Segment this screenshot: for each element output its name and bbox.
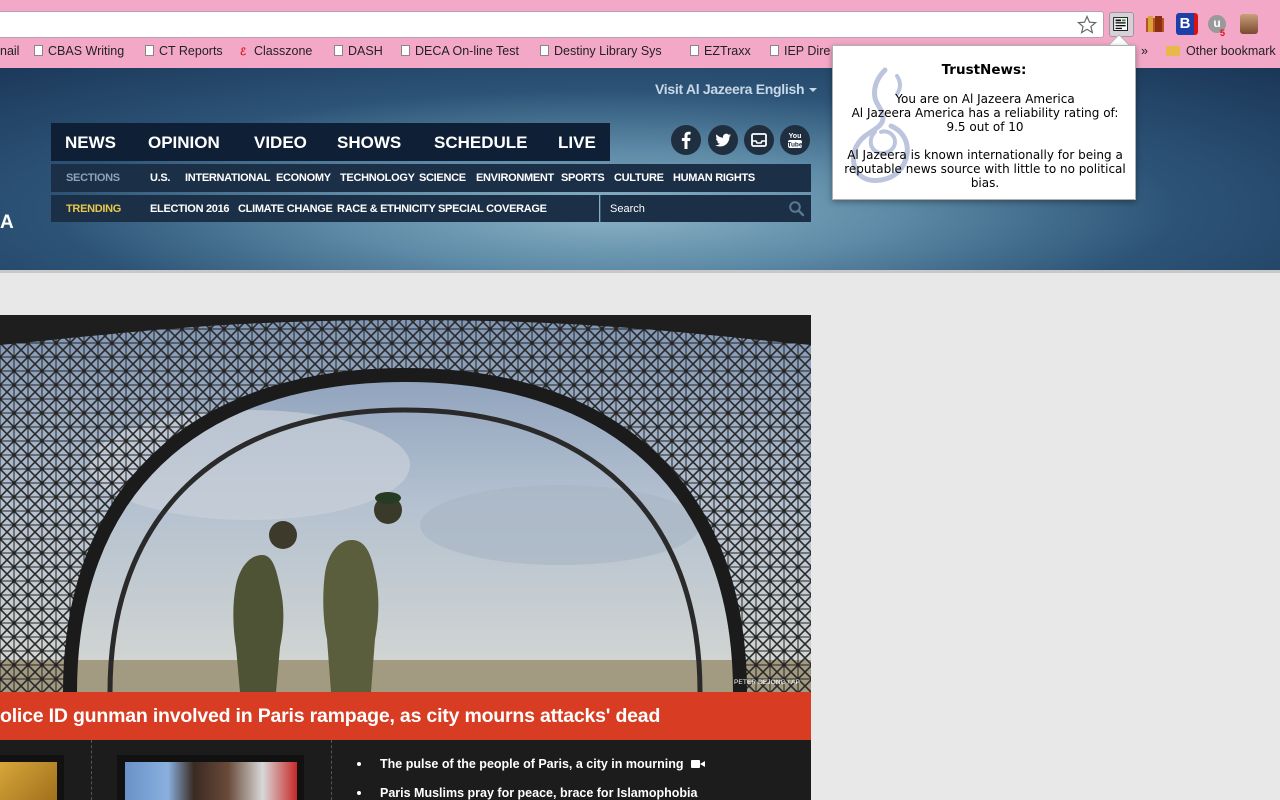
eiffel-tower-soldiers-photo <box>0 315 811 692</box>
visit-al-jazeera-english-link[interactable]: Visit Al Jazeera English <box>655 81 818 97</box>
section-culture[interactable]: CULTURE <box>614 172 664 184</box>
page-icon <box>34 45 43 56</box>
main-nav: NEWS OPINION VIDEO SHOWS SCHEDULE LIVE <box>51 123 610 161</box>
story-thumbnail[interactable] <box>117 755 304 800</box>
section-economy[interactable]: ECONOMY <box>276 172 331 184</box>
trending-election-2016[interactable]: ELECTION 2016 <box>150 203 230 215</box>
bookmarks-overflow-chevron[interactable]: » <box>1141 44 1148 60</box>
trending-special-coverage[interactable]: SPECIAL COVERAGE <box>438 203 547 215</box>
trustnews-popup: TrustNews: You are on Al Jazeera America… <box>832 45 1136 200</box>
search-box <box>600 195 811 222</box>
b-extension-label: B <box>1179 15 1191 32</box>
bookmark-item[interactable]: CBAS Writing <box>34 44 124 60</box>
address-bar[interactable] <box>0 11 1104 38</box>
photo-credit: PETER DEJONG / AP <box>734 679 800 686</box>
nav-shows[interactable]: SHOWS <box>337 133 401 153</box>
section-us[interactable]: U.S. <box>150 172 171 184</box>
page-icon <box>334 45 343 56</box>
headline-bar[interactable]: olice ID gunman involved in Paris rampag… <box>0 692 811 740</box>
popup-description: Al Jazeera is known internationally for … <box>844 148 1126 190</box>
nav-video[interactable]: VIDEO <box>254 133 307 153</box>
classzone-icon: ℰ <box>240 47 247 58</box>
u-extension-icon[interactable]: u 5 <box>1208 15 1226 38</box>
divider <box>331 740 332 800</box>
section-international[interactable]: INTERNATIONAL <box>185 172 270 184</box>
section-human-rights[interactable]: HUMAN RIGHTS <box>673 172 755 184</box>
bookmark-item[interactable]: Destiny Library Sys <box>540 44 662 60</box>
caret-down-icon <box>809 88 818 92</box>
nav-live[interactable]: LIVE <box>558 133 596 153</box>
popup-site-line: You are on Al Jazeera America <box>895 92 1075 106</box>
trending-label: TRENDING <box>66 203 122 215</box>
section-sports[interactable]: SPORTS <box>561 172 605 184</box>
hero-photo[interactable]: PETER DEJONG / AP <box>0 315 811 692</box>
site-logo[interactable]: A <box>0 212 14 234</box>
bookmark-item[interactable]: IEP Dire <box>770 44 830 60</box>
bullet <box>357 762 361 766</box>
svg-text:You: You <box>789 133 802 140</box>
section-science[interactable]: SCIENCE <box>419 172 466 184</box>
bullet <box>357 791 361 795</box>
youtube-icon[interactable]: You Tube <box>780 125 810 155</box>
nav-opinion[interactable]: OPINION <box>148 133 220 153</box>
popup-rating-value: 9.5 out of 10 <box>946 120 1024 134</box>
bookmark-item[interactable]: EZTraxx <box>690 44 751 60</box>
other-bookmarks[interactable]: Other bookmark <box>1166 44 1276 60</box>
popup-rating-label: Al Jazeera America has a reliability rat… <box>851 106 1119 120</box>
nav-schedule[interactable]: SCHEDULE <box>434 133 528 153</box>
bookmark-item[interactable]: ℰ Classzone <box>240 44 312 60</box>
svg-text:Tube: Tube <box>787 142 802 149</box>
page-icon <box>770 45 779 56</box>
b-extension-icon[interactable]: B <box>1176 13 1198 35</box>
facebook-icon[interactable] <box>671 125 701 155</box>
search-icon[interactable] <box>788 200 805 217</box>
nav-news[interactable]: NEWS <box>65 133 116 153</box>
email-icon[interactable] <box>744 125 774 155</box>
page-icon <box>401 45 410 56</box>
sections-label: SECTIONS <box>66 172 120 184</box>
bookmark-star-icon[interactable] <box>1077 15 1097 35</box>
page-icon <box>540 45 549 56</box>
article-headline[interactable]: olice ID gunman involved in Paris rampag… <box>0 705 660 728</box>
divider <box>91 740 92 800</box>
page-icon <box>145 45 154 56</box>
divider <box>0 270 1280 273</box>
library-extension-icon[interactable] <box>1144 13 1166 35</box>
bookmark-item[interactable]: DASH <box>334 44 383 60</box>
news-grid-icon <box>1113 17 1128 31</box>
twitter-icon[interactable] <box>708 125 738 155</box>
profile-avatar[interactable] <box>1240 14 1258 34</box>
books-icon <box>1146 16 1164 32</box>
bookmark-item[interactable]: nail <box>0 44 19 60</box>
related-story-link[interactable]: The pulse of the people of Paris, a city… <box>357 757 705 771</box>
section-environment[interactable]: ENVIRONMENT <box>476 172 554 184</box>
bookmark-item[interactable]: DECA On-line Test <box>401 44 519 60</box>
folder-icon <box>1166 46 1180 56</box>
trending-climate-change[interactable]: CLIMATE CHANGE <box>238 203 333 215</box>
video-camera-icon <box>691 760 705 768</box>
section-technology[interactable]: TECHNOLOGY <box>340 172 415 184</box>
trending-race-ethnicity[interactable]: RACE & ETHNICITY <box>337 203 436 215</box>
sections-bar: SECTIONS U.S. INTERNATIONAL ECONOMY TECH… <box>51 164 811 192</box>
page-icon <box>690 45 699 56</box>
search-input[interactable] <box>601 195 781 222</box>
related-story-link[interactable]: Paris Muslims pray for peace, brace for … <box>357 786 697 800</box>
trending-bar: TRENDING ELECTION 2016 CLIMATE CHANGE RA… <box>51 195 599 222</box>
story-thumbnail[interactable] <box>0 755 64 800</box>
related-stories: The pulse of the people of Paris, a city… <box>0 740 811 800</box>
popup-title: TrustNews: <box>941 62 1027 78</box>
trustnews-extension-icon[interactable] <box>1109 12 1134 37</box>
bookmark-item[interactable]: CT Reports <box>145 44 223 60</box>
